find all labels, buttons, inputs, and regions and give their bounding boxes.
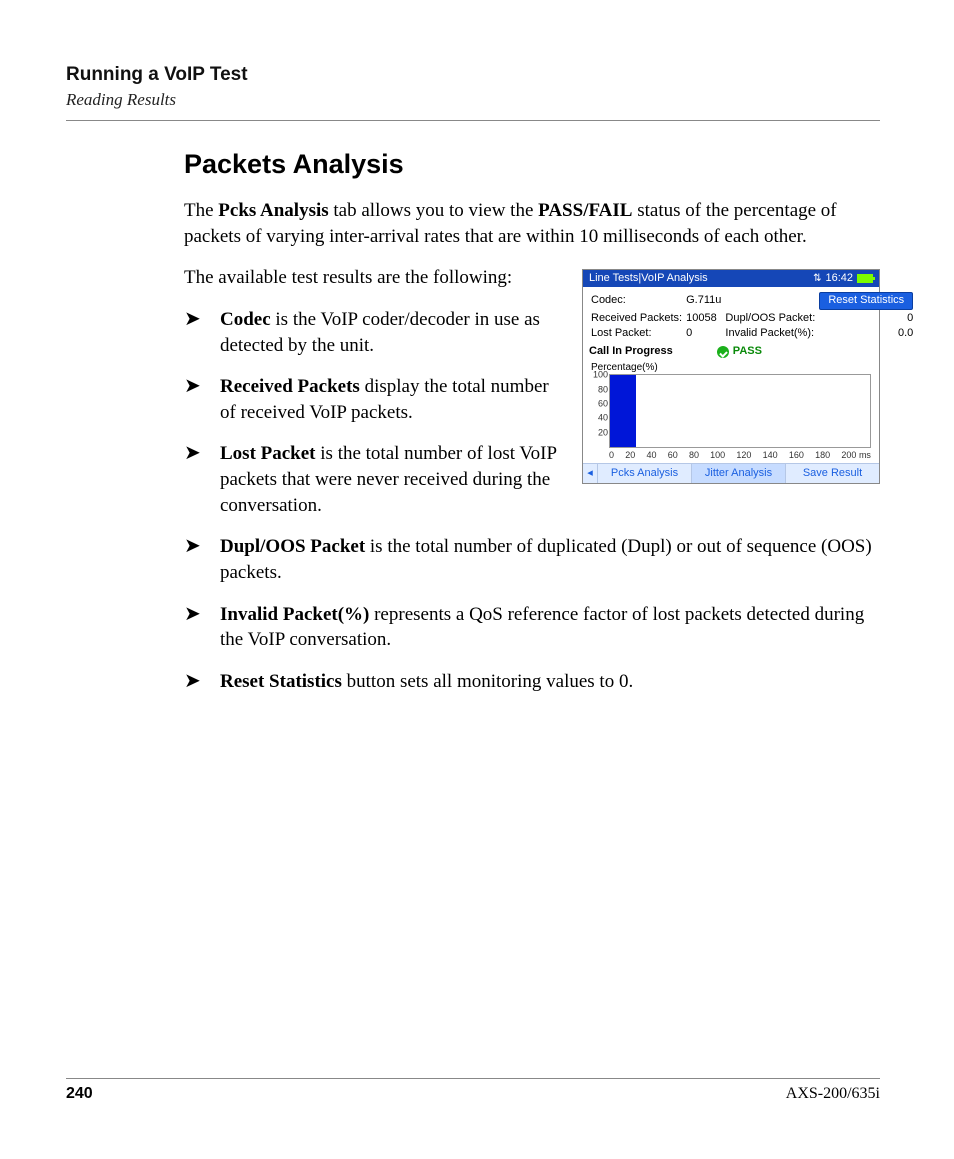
intro-term-passfail: PASS/FAIL (538, 200, 632, 221)
device-clock: 16:42 (825, 272, 853, 285)
intro-text: tab allows you to view the (329, 200, 539, 221)
bullet-dupl-oos: ➤ Dupl/OOS Packet is the total number of… (184, 534, 880, 585)
bullet-reset-statistics: ➤ Reset Statistics button sets all monit… (184, 669, 880, 695)
footer-rule (66, 1078, 880, 1079)
bullet-arrow-icon: ➤ (184, 376, 201, 396)
header-rule (66, 120, 880, 121)
bullet-invalid-packet: ➤ Invalid Packet(%) represents a QoS ref… (184, 602, 880, 653)
battery-icon (857, 274, 873, 283)
bullet-term: Reset Statistics (220, 671, 342, 692)
bullet-arrow-icon: ➤ (184, 443, 201, 463)
model-label: AXS-200/635i (786, 1085, 880, 1103)
signal-icon: ⇅ (813, 273, 821, 285)
section-heading: Packets Analysis (184, 149, 880, 180)
bullet-arrow-icon: ➤ (184, 309, 201, 329)
bullet-arrow-icon: ➤ (184, 536, 201, 556)
plot-title: Percentage(%) (591, 362, 873, 374)
bullet-term: Received Packets (220, 376, 360, 397)
bullet-received-packets: ➤ Received Packets display the total num… (184, 374, 880, 425)
bullet-term: Invalid Packet(%) (220, 604, 369, 625)
ytick: 20 (590, 427, 608, 438)
bullet-codec: ➤ Codec is the VoIP coder/decoder in use… (184, 307, 880, 358)
page-number: 240 (66, 1085, 93, 1103)
device-breadcrumb: Line Tests|VoIP Analysis (589, 272, 813, 285)
bullet-lost-packet: ➤ Lost Packet is the total number of los… (184, 441, 880, 518)
bullet-term: Codec (220, 309, 271, 330)
bullet-arrow-icon: ➤ (184, 604, 201, 624)
intro-paragraph: The Pcks Analysis tab allows you to view… (184, 198, 880, 249)
bullet-text: button sets all monitoring values to 0. (342, 671, 633, 692)
device-titlebar: Line Tests|VoIP Analysis ⇅ 16:42 (583, 270, 879, 287)
bullet-term: Lost Packet (220, 443, 316, 464)
bullet-arrow-icon: ➤ (184, 671, 201, 691)
intro-term-pcks: Pcks Analysis (218, 200, 328, 221)
intro-text: The (184, 200, 218, 221)
running-subtitle: Reading Results (66, 90, 880, 110)
bullet-term: Dupl/OOS Packet (220, 536, 365, 557)
running-title: Running a VoIP Test (66, 64, 880, 86)
